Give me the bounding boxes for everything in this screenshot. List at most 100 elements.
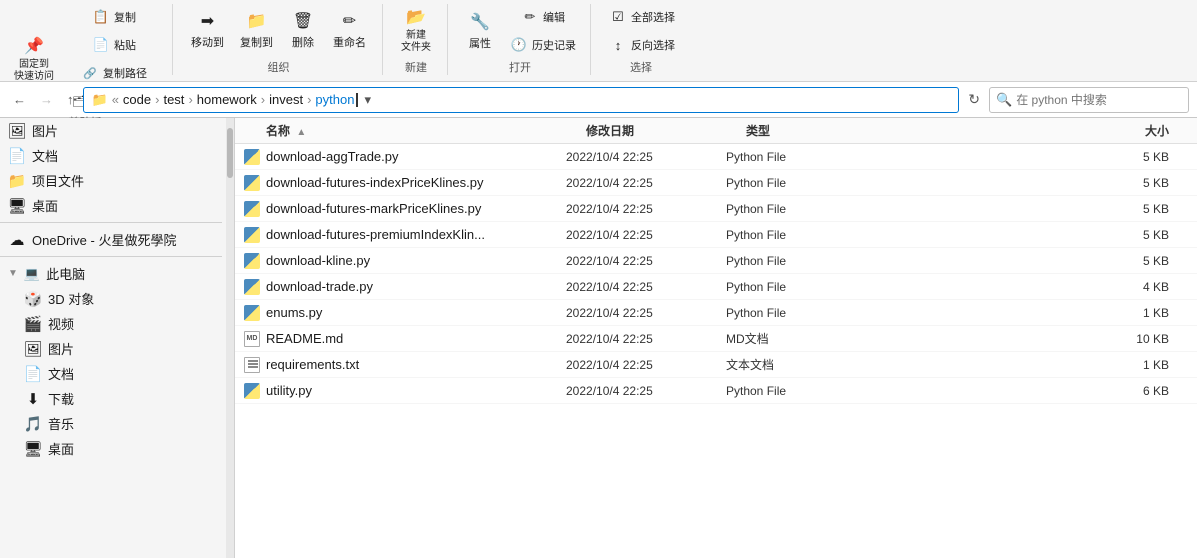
sidebar-scrollbar[interactable] (226, 118, 234, 558)
sort-arrow: ▲ (296, 127, 306, 138)
breadcrumb-python[interactable]: python (315, 92, 354, 107)
file-name-cell: download-futures-indexPriceKlines.py (266, 175, 566, 190)
table-row[interactable]: download-futures-premiumIndexKlin... 202… (235, 222, 1197, 248)
select-all-button[interactable]: ☑ 全部选择 (603, 4, 679, 30)
sidebar-divider-2 (0, 256, 222, 257)
paste-button[interactable]: 📄 粘贴 (64, 32, 162, 58)
table-row[interactable]: download-aggTrade.py 2022/10/4 22:25 Pyt… (235, 144, 1197, 170)
sidebar-item-desktop[interactable]: 🖥 桌面 (0, 193, 222, 218)
file-type-cell: MD文档 (726, 330, 856, 347)
copy-button[interactable]: 📋 复制 (64, 4, 162, 30)
copy-to-icon: 📁 (246, 10, 268, 32)
file-size-cell: 10 KB (856, 332, 1189, 346)
edit-button[interactable]: ✏ 编辑 (504, 4, 580, 30)
sidebar-item-pictures[interactable]: 🖼 图片 (0, 118, 222, 143)
up-button[interactable]: ↑ (62, 90, 79, 109)
file-rows-container: download-aggTrade.py 2022/10/4 22:25 Pyt… (235, 144, 1197, 404)
column-header-type[interactable]: 类型 (746, 122, 876, 139)
address-path[interactable]: 📁 « code › test › homework › invest › py… (83, 87, 960, 113)
file-date-cell: 2022/10/4 22:25 (566, 150, 726, 164)
file-size-cell: 5 KB (856, 150, 1189, 164)
table-row[interactable]: download-futures-indexPriceKlines.py 202… (235, 170, 1197, 196)
history-button[interactable]: 🕐 历史记录 (504, 32, 580, 58)
column-header-size[interactable]: 大小 (876, 122, 1189, 139)
md-file-icon: MD (244, 331, 260, 347)
breadcrumb-test[interactable]: test (163, 92, 184, 107)
table-row[interactable]: utility.py 2022/10/4 22:25 Python File 6… (235, 378, 1197, 404)
column-header-name[interactable]: 名称 ▲ (266, 122, 586, 139)
sidebar-item-onedrive[interactable]: ☁ OneDrive - 火星做死學院 (0, 227, 222, 252)
expand-icon: ▼ (8, 268, 18, 279)
properties-button[interactable]: 🔧 属性 (460, 5, 500, 57)
back-button[interactable]: ← (8, 90, 31, 109)
sidebar-item-label: 音乐 (48, 414, 214, 433)
file-icon-cell (243, 304, 261, 322)
file-size-cell: 1 KB (856, 358, 1189, 372)
sidebar-item-documents[interactable]: 📄 文档 (0, 143, 222, 168)
file-type-cell: Python File (726, 280, 856, 294)
open-label: 打开 (509, 59, 531, 75)
sidebar-item-videos[interactable]: 🎬 视频 (0, 311, 222, 336)
search-box[interactable]: 🔍 (989, 87, 1189, 113)
file-icon-cell (243, 278, 261, 296)
sidebar-item-documents2[interactable]: 📄 文档 (0, 361, 222, 386)
sidebar-item-desktop2[interactable]: 🖥 桌面 (0, 436, 222, 461)
sidebar-item-downloads[interactable]: ⬇ 下载 (0, 386, 222, 411)
sidebar-item-this-pc[interactable]: ▼ 💻 此电脑 (0, 261, 222, 286)
breadcrumb-homework[interactable]: homework (197, 92, 257, 107)
table-row[interactable]: download-kline.py 2022/10/4 22:25 Python… (235, 248, 1197, 274)
new-folder-button[interactable]: 📂 新建文件夹 (395, 4, 437, 56)
table-row[interactable]: download-trade.py 2022/10/4 22:25 Python… (235, 274, 1197, 300)
move-to-button[interactable]: ➡ 移动到 (185, 4, 230, 56)
videos-icon: 🎬 (24, 315, 42, 333)
copy-path-button[interactable]: 🔗 复制路径 (64, 60, 162, 86)
new-folder-label: 新建文件夹 (401, 30, 431, 54)
table-row[interactable]: download-futures-markPriceKlines.py 2022… (235, 196, 1197, 222)
properties-label: 属性 (469, 35, 491, 51)
table-row[interactable]: MD README.md 2022/10/4 22:25 MD文档 10 KB (235, 326, 1197, 352)
sidebar-item-label: OneDrive - 火星做死學院 (32, 230, 214, 249)
toolbar: 📌 固定到快速访问 📋 复制 📄 粘贴 🔗 复制路径 🗂 粘 (0, 0, 1197, 82)
project-files-icon: 📁 (8, 172, 26, 190)
desktop-icon: 🖥 (8, 197, 26, 215)
file-type-cell: Python File (726, 202, 856, 216)
sidebar-item-music[interactable]: 🎵 音乐 (0, 411, 222, 436)
file-icon-cell: MD (243, 330, 261, 348)
this-pc-icon: 💻 (24, 266, 40, 282)
sidebar-item-3d-objects[interactable]: 🎲 3D 对象 (0, 286, 222, 311)
table-row[interactable]: requirements.txt 2022/10/4 22:25 文本文档 1 … (235, 352, 1197, 378)
select-label: 选择 (630, 59, 652, 75)
delete-button[interactable]: 🗑 删除 (283, 4, 323, 56)
sidebar-scroll-thumb[interactable] (227, 128, 233, 178)
sidebar-item-label: 此电脑 (46, 264, 85, 283)
toolbar-group-open: 🔧 属性 ✏ 编辑 🕐 历史记录 打开 (460, 4, 591, 75)
breadcrumb-invest[interactable]: invest (269, 92, 303, 107)
reverse-select-button[interactable]: ↕ 反向选择 (603, 32, 679, 58)
history-icon: 🕐 (508, 34, 530, 56)
pictures2-icon: 🖼 (24, 340, 42, 358)
path-dropdown[interactable]: ▾ (364, 92, 371, 108)
file-type-cell: Python File (726, 150, 856, 164)
sidebar-item-project-files[interactable]: 📁 项目文件 (0, 168, 222, 193)
forward-button[interactable]: → (35, 90, 58, 109)
file-name-cell: enums.py (266, 305, 566, 320)
file-name-cell: download-futures-markPriceKlines.py (266, 201, 566, 216)
toolbar-open-row: 🔧 属性 ✏ 编辑 🕐 历史记录 (460, 4, 580, 58)
rename-button[interactable]: ✏ 重命名 (327, 4, 372, 56)
sidebar-item-pictures2[interactable]: 🖼 图片 (0, 336, 222, 361)
copy-to-button[interactable]: 📁 复制到 (234, 4, 279, 56)
refresh-button[interactable]: ↻ (963, 89, 985, 110)
column-header-date[interactable]: 修改日期 (586, 122, 746, 139)
new-folder-icon: 📂 (405, 6, 427, 28)
search-input[interactable] (1016, 93, 1166, 107)
file-size-cell: 5 KB (856, 202, 1189, 216)
file-name-cell: requirements.txt (266, 357, 566, 372)
copy-path-label: 复制路径 (103, 65, 147, 81)
breadcrumb-code[interactable]: code (123, 92, 151, 107)
toolbar-group-clipboard: 📌 固定到快速访问 📋 复制 📄 粘贴 🔗 复制路径 🗂 粘 (8, 4, 173, 75)
table-row[interactable]: enums.py 2022/10/4 22:25 Python File 1 K… (235, 300, 1197, 326)
txt-file-icon (244, 357, 260, 373)
pin-button[interactable]: 📌 固定到快速访问 (8, 33, 60, 85)
edit-label: 编辑 (543, 9, 565, 25)
file-name-cell: download-kline.py (266, 253, 566, 268)
